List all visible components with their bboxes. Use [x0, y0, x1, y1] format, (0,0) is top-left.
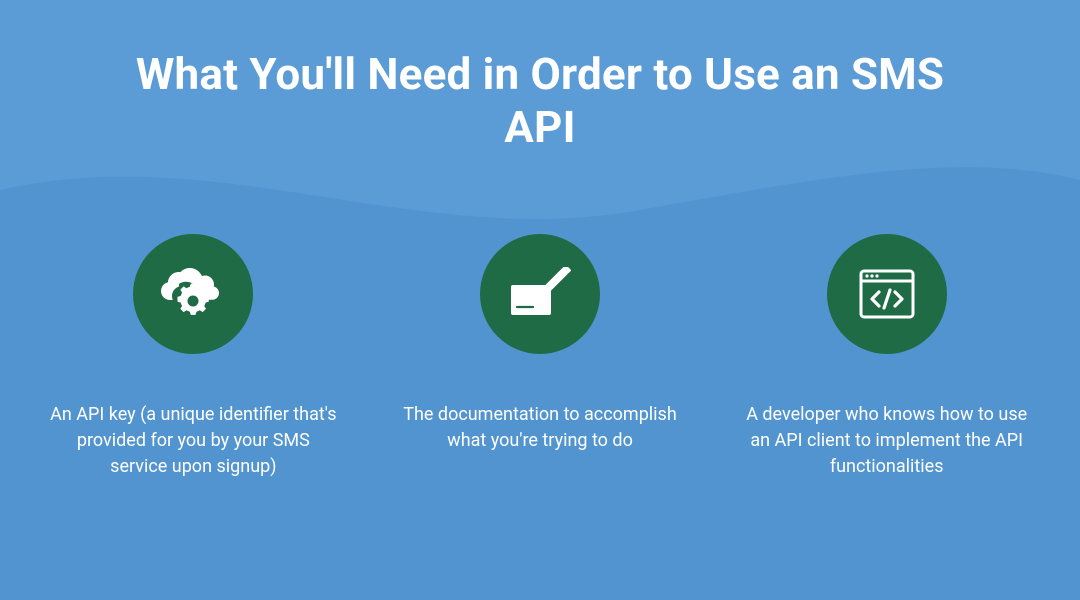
write-icon: [480, 234, 600, 354]
card-api-key: An API key (a unique identifier that's p…: [50, 234, 337, 480]
card-caption: The documentation to accomplish what you…: [397, 402, 684, 454]
page-title: What You'll Need in Order to Use an SMS …: [130, 48, 950, 154]
code-window-icon: [827, 234, 947, 354]
cloud-gear-icon: [133, 234, 253, 354]
card-caption: An API key (a unique identifier that's p…: [50, 402, 337, 480]
card-documentation: The documentation to accomplish what you…: [397, 234, 684, 480]
feature-cards: An API key (a unique identifier that's p…: [0, 234, 1080, 480]
card-caption: A developer who knows how to use an API …: [743, 402, 1030, 480]
card-developer: A developer who knows how to use an API …: [743, 234, 1030, 480]
